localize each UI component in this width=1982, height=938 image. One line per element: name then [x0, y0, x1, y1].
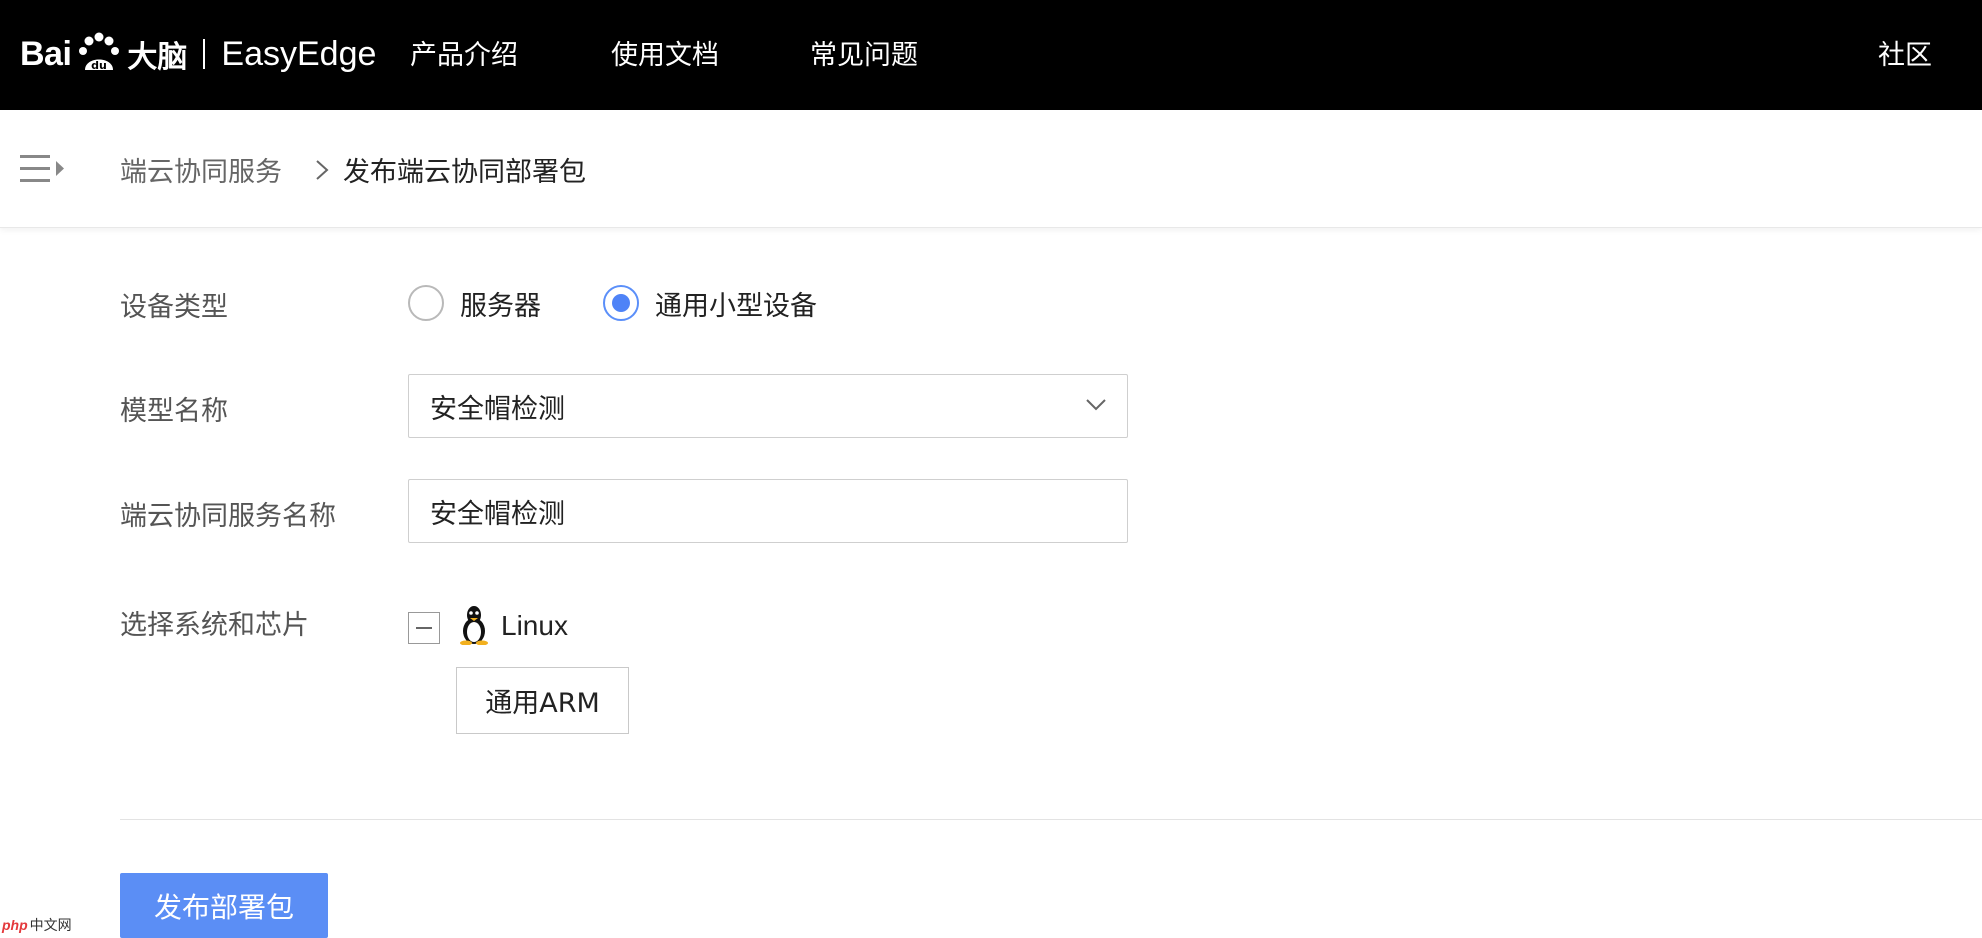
watermark-php: php [2, 917, 28, 933]
form-divider [120, 819, 1982, 820]
top-nav-bar: Bai du 大脑 EasyEdge 产品介绍 使用文档 常见问题 社区 [0, 0, 1982, 110]
logo-cn-text: 大脑 [127, 40, 188, 75]
device-type-label: 设备类型 [120, 292, 228, 323]
service-name-label: 端云协同服务名称 [120, 501, 336, 532]
linux-label: Linux [501, 610, 568, 641]
chevron-right-icon [316, 160, 329, 180]
chevron-down-icon [1086, 399, 1106, 411]
nav-community[interactable]: 社区 [1878, 0, 1932, 104]
logo-baidu-text: Bai [20, 34, 72, 73]
linux-tux-icon [460, 606, 488, 645]
nav-product-intro[interactable]: 产品介绍 [410, 0, 518, 104]
nav-docs[interactable]: 使用文档 [611, 0, 719, 104]
model-name-label: 模型名称 [120, 396, 228, 427]
svg-text:du: du [92, 59, 108, 72]
radio-server-label: 服务器 [460, 290, 541, 322]
radio-small-device[interactable]: 通用小型设备 [603, 282, 817, 324]
logo[interactable]: Bai du 大脑 EasyEdge [20, 18, 376, 90]
nav-faq[interactable]: 常见问题 [810, 0, 918, 104]
menu-toggle-icon[interactable] [20, 152, 68, 186]
radio-small-device-label: 通用小型设备 [655, 290, 817, 322]
watermark: php 中文网 [2, 915, 72, 935]
breadcrumb-current: 发布端云协同部署包 [343, 157, 586, 188]
linux-checkbox[interactable] [408, 612, 440, 644]
chip-generic-arm[interactable]: 通用ARM [456, 667, 629, 734]
system-chip-label: 选择系统和芯片 [120, 610, 309, 641]
radio-small-device-circle[interactable] [603, 285, 639, 321]
service-name-value: 安全帽检测 [430, 498, 565, 530]
breadcrumb-bar: 端云协同服务 发布端云协同部署包 [0, 110, 1982, 228]
publish-package-button[interactable]: 发布部署包 [120, 873, 328, 938]
model-name-select[interactable]: 安全帽检测 [408, 374, 1128, 438]
watermark-cn: 中文网 [29, 918, 72, 934]
logo-product-name: EasyEdge [221, 34, 377, 73]
model-name-value: 安全帽检测 [430, 393, 565, 425]
logo-separator [203, 39, 206, 69]
radio-server[interactable]: 服务器 [408, 282, 541, 324]
service-name-input[interactable]: 安全帽检测 [408, 479, 1128, 543]
radio-server-circle[interactable] [408, 285, 444, 321]
baidu-paw-icon: du [79, 32, 120, 72]
breadcrumb-parent[interactable]: 端云协同服务 [120, 150, 282, 189]
